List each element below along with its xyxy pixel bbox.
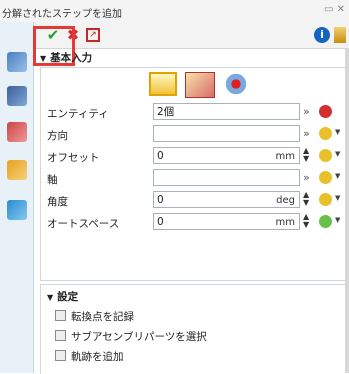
chevron-down-icon[interactable]: » xyxy=(303,171,310,184)
explode-icon[interactable] xyxy=(222,72,250,96)
auto-space-row: オートスペース 0 mm ▲ ▼ ▼ xyxy=(41,212,349,234)
window-controls[interactable]: ▭ ✕ xyxy=(324,4,345,15)
axis-label: 軸 xyxy=(47,174,58,186)
spinner-icon[interactable]: ▲ ▼ xyxy=(303,191,309,207)
direction-label: 方向 xyxy=(47,130,68,142)
vertical-scrollbar[interactable] xyxy=(345,48,349,373)
apply-arrow-icon[interactable]: ↗ xyxy=(86,28,100,42)
entity-label: エンティティ xyxy=(47,108,109,120)
select-subassembly-option[interactable]: サブアセンブリパーツを選択 xyxy=(55,329,207,345)
chevron-down-icon[interactable]: » xyxy=(303,105,310,118)
option-label: サブアセンブリパーツを選択 xyxy=(71,331,207,343)
pin-yellow-icon[interactable] xyxy=(319,193,332,206)
dropdown-arrow-icon[interactable]: ▼ xyxy=(335,128,340,136)
record-turning-point-option[interactable]: 転換点を記録 xyxy=(55,309,134,325)
angle-unit: deg xyxy=(276,195,295,206)
basic-input-panel: エンティティ 2個 » 方向 » ▼ オフセット 0 mm ▲ ▼ ▼ 軸 » ▼… xyxy=(40,67,349,281)
offset-unit: mm xyxy=(275,151,295,162)
assembly-icon[interactable] xyxy=(7,52,27,72)
chevron-down-icon[interactable]: » xyxy=(303,127,310,140)
pin-red-icon[interactable] xyxy=(319,105,332,118)
angle-label: 角度 xyxy=(47,196,68,208)
title-bar: 分解されたステップを追加 ▭ ✕ xyxy=(0,0,349,22)
settings-header[interactable]: ▼ 設定 xyxy=(47,289,347,306)
command-toolbar: ✔ ✖ ↗ i xyxy=(34,22,349,49)
basic-input-header[interactable]: ▼ 基本入力 xyxy=(40,50,349,67)
assembly-tree-icon[interactable] xyxy=(7,86,27,106)
collapse-arrow-icon: ▼ xyxy=(47,293,54,302)
entity-value: 2個 xyxy=(157,106,175,118)
feature-icon[interactable] xyxy=(7,122,27,142)
angle-value: 0 xyxy=(157,194,164,206)
axis-row: 軸 » ▼ xyxy=(41,168,349,190)
add-trajectory-option[interactable]: 軌跡を追加 xyxy=(55,349,124,365)
offset-label: オフセット xyxy=(47,152,100,164)
auto-space-unit: mm xyxy=(275,217,295,228)
mode-icon-row xyxy=(149,72,254,98)
entity-row: エンティティ 2個 » xyxy=(41,102,349,124)
direction-field[interactable] xyxy=(153,125,300,142)
angle-field[interactable]: 0 deg xyxy=(153,191,300,208)
settings-title: 設定 xyxy=(57,291,79,303)
info-icon[interactable]: i xyxy=(314,27,330,43)
option-label: 軌跡を追加 xyxy=(71,351,124,363)
spinner-icon[interactable]: ▲ ▼ xyxy=(303,213,309,229)
offset-field[interactable]: 0 mm xyxy=(153,147,300,164)
pin-green-icon[interactable] xyxy=(319,215,332,228)
collapse-arrow-icon: ▼ xyxy=(40,54,47,63)
offset-row: オフセット 0 mm ▲ ▼ ▼ xyxy=(41,146,349,168)
auto-space-field[interactable]: 0 mm xyxy=(153,213,300,230)
dropdown-arrow-icon[interactable]: ▼ xyxy=(335,150,340,158)
angle-row: 角度 0 deg ▲ ▼ ▼ xyxy=(41,190,349,212)
part-box-icon[interactable] xyxy=(7,160,27,180)
settings-panel: ▼ 設定 転換点を記録 サブアセンブリパーツを選択 軌跡を追加 xyxy=(40,284,349,374)
pin-yellow-icon[interactable] xyxy=(319,149,332,162)
dropdown-arrow-icon[interactable]: ▼ xyxy=(335,194,340,202)
move-icon[interactable] xyxy=(149,72,177,96)
basic-input-title: 基本入力 xyxy=(50,52,93,64)
view-icon[interactable] xyxy=(7,200,27,220)
axis-field[interactable] xyxy=(153,169,300,186)
left-toolbar xyxy=(0,22,34,373)
auto-space-value: 0 xyxy=(157,216,164,228)
rotate-icon[interactable] xyxy=(184,72,215,98)
entity-field[interactable]: 2個 xyxy=(153,103,300,120)
dropdown-arrow-icon[interactable]: ▼ xyxy=(335,216,340,224)
pin-yellow-icon[interactable] xyxy=(319,171,332,184)
pin-yellow-icon[interactable] xyxy=(319,127,332,140)
dropdown-arrow-icon[interactable]: ▼ xyxy=(335,172,340,180)
offset-value: 0 xyxy=(157,150,164,162)
help-book-icon[interactable] xyxy=(334,27,346,43)
auto-space-label: オートスペース xyxy=(47,218,120,230)
option-label: 転換点を記録 xyxy=(71,311,134,323)
direction-row: 方向 » ▼ xyxy=(41,124,349,146)
spinner-icon[interactable]: ▲ ▼ xyxy=(303,147,309,163)
window-title: 分解されたステップを追加 xyxy=(2,9,122,20)
checkbox[interactable] xyxy=(55,310,66,321)
checkbox[interactable] xyxy=(55,350,66,361)
checkbox[interactable] xyxy=(55,330,66,341)
